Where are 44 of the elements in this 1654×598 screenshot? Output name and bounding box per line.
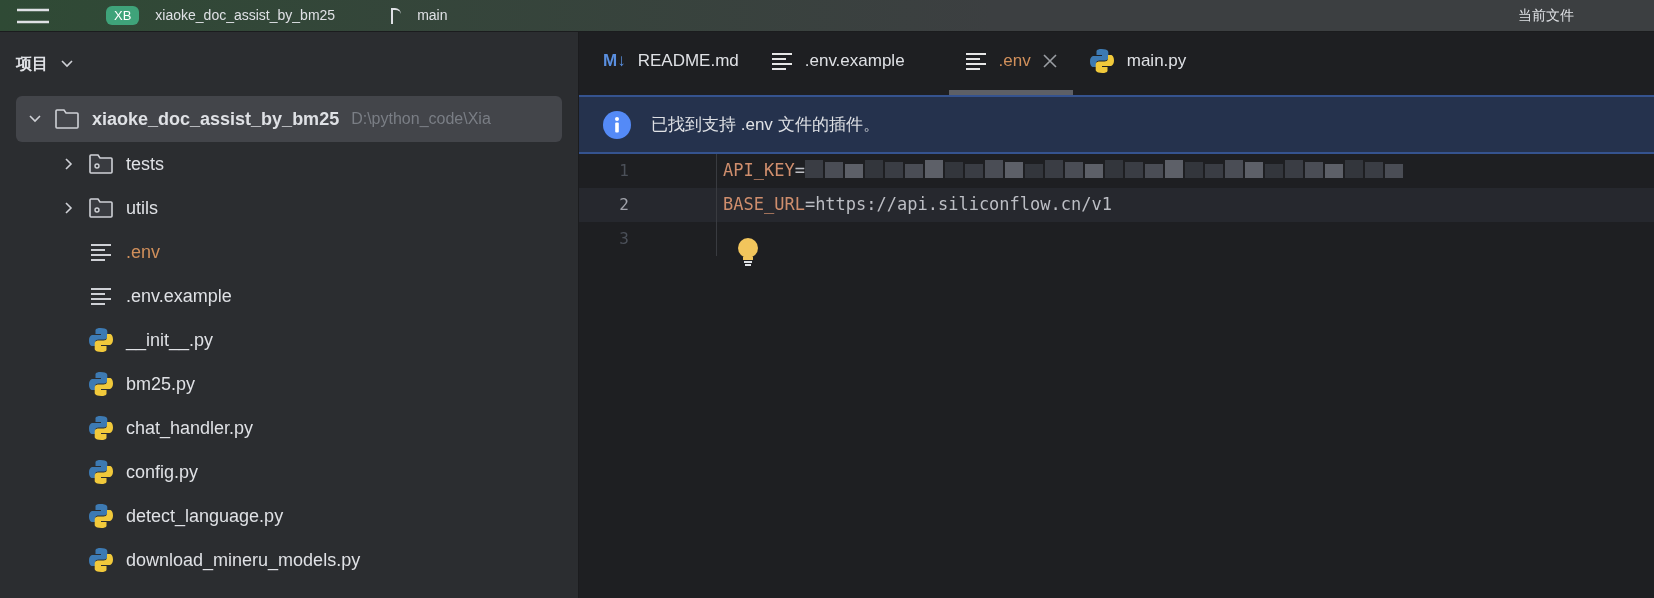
close-icon[interactable]: [1042, 54, 1057, 68]
tree-item-label[interactable]: config.py: [126, 458, 199, 486]
tree-item-label[interactable]: download_mineru_models.py: [126, 546, 361, 574]
tree-item-label[interactable]: chat_handler.py: [126, 414, 254, 442]
python-icon: [88, 459, 114, 485]
text-file-icon: [964, 52, 987, 70]
menu-icon[interactable]: [16, 6, 50, 25]
tree-item-label[interactable]: utils: [126, 194, 158, 222]
info-icon: [603, 110, 631, 139]
tree-item-label[interactable]: detect_language.py: [126, 502, 284, 530]
panel-title[interactable]: 项目: [16, 52, 48, 76]
editor-tab[interactable]: .env.example: [754, 32, 949, 95]
folder-icon: [88, 153, 114, 175]
text-file-icon: [770, 52, 793, 70]
code-text: BASE_URL=https://api.siliconflow.cn/v1: [723, 193, 1112, 217]
branch-name[interactable]: main: [417, 5, 448, 26]
text-file-icon: [90, 287, 112, 305]
folder-icon: [54, 108, 80, 130]
editor-tab[interactable]: M↓ README.md: [587, 32, 755, 95]
python-icon: [88, 371, 114, 397]
code-text: API_KEY=: [723, 159, 805, 183]
python-icon: [1088, 48, 1115, 74]
project-badge: XB: [106, 5, 140, 26]
run-config-label[interactable]: 当前文件: [1518, 5, 1574, 26]
lightbulb-icon[interactable]: [737, 237, 759, 267]
editor-tab[interactable]: main.py: [1072, 32, 1203, 95]
tree-item-label[interactable]: tests: [126, 150, 164, 178]
tree-item-label[interactable]: bm25.py: [126, 370, 196, 398]
python-icon: [88, 547, 114, 573]
markdown-icon: M↓: [603, 48, 626, 74]
python-icon: [88, 415, 114, 441]
tree-row[interactable]: xiaoke_doc_assist_by_bm25 D:\python_code\Xia: [16, 96, 562, 142]
banner-text: 已找到支持 .env 文件的插件。: [651, 113, 880, 136]
line-number: 2: [618, 194, 630, 216]
tree-item-label: xiaoke_doc_assist_by_bm25: [92, 107, 340, 131]
project-name[interactable]: xiaoke_doc_assist_by_bm25: [155, 5, 336, 26]
tree-item-path: D:\python_code\Xia: [351, 109, 491, 129]
python-icon: [88, 503, 114, 529]
text-file-icon: [90, 243, 112, 261]
python-icon: [88, 327, 114, 353]
tree-item-label[interactable]: __init__.py: [126, 326, 214, 354]
tree-item-label[interactable]: .env.example: [126, 282, 232, 310]
tree-item-label[interactable]: .env: [126, 238, 161, 266]
folder-icon: [88, 197, 114, 219]
